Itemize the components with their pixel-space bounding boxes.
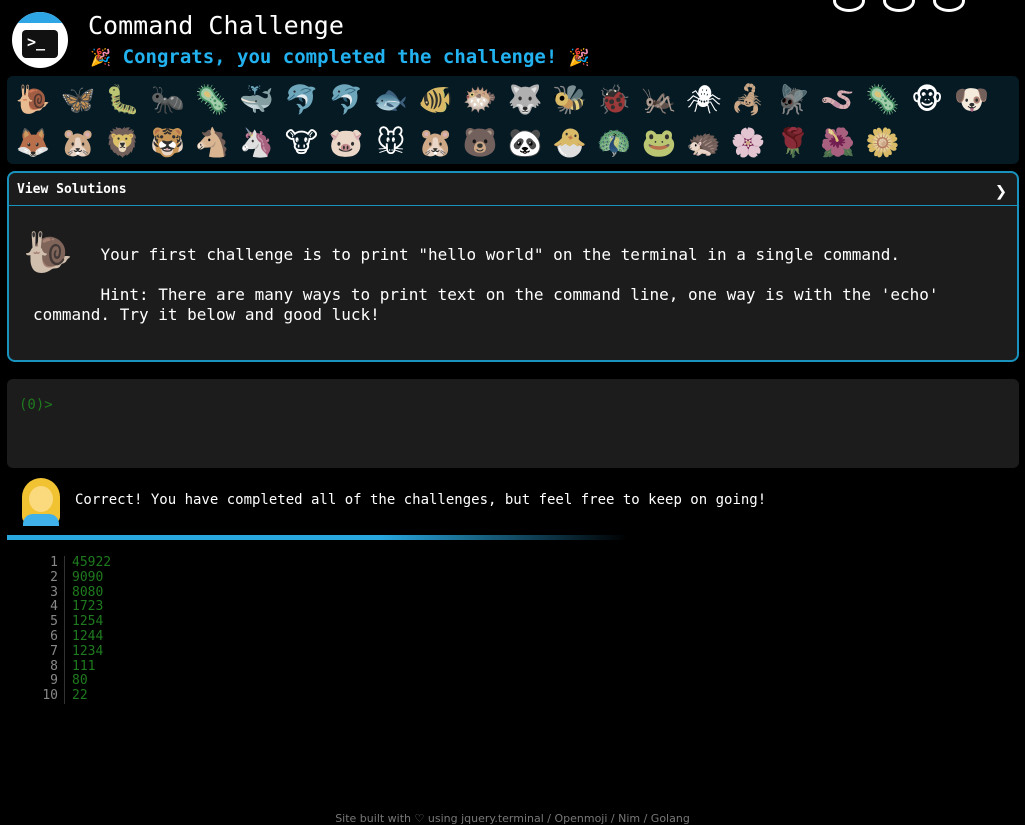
history-value: 80: [72, 673, 88, 689]
history-row: 6 1244: [28, 628, 111, 645]
challenge-emoji-icon[interactable]: 🐯: [145, 121, 190, 164]
challenge-emoji-icon[interactable]: 🐹: [413, 121, 458, 164]
history-value: 1234: [72, 643, 104, 659]
challenge-emoji-icon[interactable]: 🌺: [815, 121, 860, 164]
challenge-emoji-icon[interactable]: 🐬: [324, 78, 369, 121]
command-history-list: 1 45922 2 9090 3 8080 4 1723 5 1254 6 1244 7 1234 8 111…: [28, 555, 112, 704]
challenge-emoji-icon[interactable]: 🦗: [637, 78, 682, 121]
challenge-emoji-icon[interactable]: 🐭: [369, 121, 414, 164]
history-row: 7 1234: [28, 643, 111, 660]
challenge-emoji-icon[interactable]: 🦂: [726, 78, 771, 121]
challenge-emoji-icon[interactable]: 🕷: [681, 78, 726, 121]
party-popper-icon: 🎉: [90, 48, 112, 68]
challenge-emoji-icon[interactable]: 🦁: [100, 121, 145, 164]
challenge-emoji-icon[interactable]: 🦋: [56, 78, 101, 121]
woman-avatar-icon: [20, 478, 62, 526]
challenge-emoji-icon[interactable]: 🐶: [949, 78, 994, 121]
challenge-emoji-icon[interactable]: 🐡: [458, 78, 503, 121]
progress-bar: [7, 535, 627, 540]
view-solutions-toggle[interactable]: View Solutions ❯: [9, 173, 1017, 206]
challenge-emoji-icon[interactable]: 🦚: [592, 121, 637, 164]
prompt-symbol: >: [44, 397, 53, 413]
terminal-logo-icon: >_: [12, 12, 68, 68]
challenge-emoji-grid: 🐌 🦋 🐛 🐜 🦠 🐳 🐬 🐬 🐟 🐠 🐡 🐺 🐝 🐞 🦗 🕷 🦂 🪰 🪱 🦠 🐵 🐶 🦊 🐹 🦁 🐯 🐴 🦄 🐮 🐷 🐭 🐹 🐻 🐼 🐣 🦚 🐸 🦔 🌸 🌹…: [7, 76, 1019, 164]
header-decoration: [815, 0, 965, 16]
challenge-emoji-icon[interactable]: 🐳: [234, 78, 279, 121]
challenge-emoji-icon[interactable]: 🐵: [905, 78, 950, 121]
history-line-number: 3: [28, 585, 65, 601]
challenge-emoji-icon[interactable]: 🪱: [815, 78, 860, 121]
challenge-emoji-icon[interactable]: 🐮: [279, 121, 324, 164]
challenge-emoji-icon[interactable]: 🐠: [413, 78, 458, 121]
challenge-emoji-icon[interactable]: 🐜: [145, 78, 190, 121]
history-row: 4 1723: [28, 599, 111, 616]
challenge-emoji-icon[interactable]: 🐣: [547, 121, 592, 164]
history-row: 2 9090: [28, 569, 111, 586]
challenge-emoji-icon[interactable]: 🌸: [726, 121, 771, 164]
challenge-emoji-icon[interactable]: 🦠: [190, 78, 235, 121]
page-title: Command Challenge: [88, 11, 344, 40]
history-line-number: 5: [28, 614, 65, 630]
terminal-input-area[interactable]: (0)>: [7, 379, 1019, 468]
challenge-emoji-icon[interactable]: 🐼: [503, 121, 548, 164]
history-row: 9 80: [28, 673, 111, 690]
subtitle-text: Congrats, you completed the challenge!: [122, 46, 558, 68]
challenge-emoji-icon[interactable]: 🦔: [681, 121, 726, 164]
challenge-emoji-icon[interactable]: 🦄: [234, 121, 279, 164]
history-value: 1723: [72, 599, 104, 615]
view-solutions-label: View Solutions: [17, 181, 127, 197]
challenge-emoji-icon[interactable]: 🐛: [100, 78, 145, 121]
challenge-emoji-icon[interactable]: 🦠: [860, 78, 905, 121]
challenge-emoji-icon[interactable]: 🐺: [503, 78, 548, 121]
challenge-description: Your first challenge is to print "hello …: [33, 245, 939, 324]
challenge-emoji-icon[interactable]: 🐴: [190, 121, 235, 164]
history-value: 22: [72, 688, 88, 704]
party-popper-icon: 🎉: [568, 48, 590, 68]
challenge-emoji-icon[interactable]: 🪰: [771, 78, 816, 121]
history-value: 9090: [72, 569, 104, 585]
history-value: 1244: [72, 628, 104, 644]
history-line-number: 10: [28, 688, 65, 704]
challenge-emoji-icon[interactable]: 🦊: [11, 121, 56, 164]
history-line-number: 4: [28, 600, 65, 616]
history-line-number: 6: [28, 629, 65, 645]
solutions-panel: View Solutions ❯ 🐌 Your first challenge …: [7, 171, 1019, 362]
site-footer: Site built with ♡ using jquery.terminal …: [335, 812, 690, 825]
challenge-emoji-icon[interactable]: 🐬: [279, 78, 324, 121]
history-row: 1 45922: [28, 555, 112, 571]
history-row: 5 1254: [28, 614, 111, 630]
history-line-number: 2: [28, 570, 65, 586]
challenge-emoji-icon[interactable]: 🐟: [369, 78, 414, 121]
prompt-counter: (0): [19, 397, 45, 413]
history-row: 10 22: [28, 688, 111, 704]
history-value: 8080: [72, 584, 104, 600]
history-row: 8 111: [28, 658, 111, 675]
history-value: 111: [72, 658, 96, 674]
history-line-number: 8: [28, 659, 65, 675]
history-value: 1254: [72, 614, 104, 630]
challenge-emoji-icon[interactable]: 🐹: [56, 121, 101, 164]
page-subtitle: 🎉 Congrats, you completed the challenge!…: [90, 46, 590, 68]
history-line-number: 9: [28, 674, 65, 690]
challenge-emoji-icon[interactable]: 🐷: [324, 121, 369, 164]
challenge-emoji-icon[interactable]: 🐌: [11, 78, 56, 121]
history-row: 3 8080: [28, 584, 111, 601]
challenge-emoji-icon[interactable]: 🐝: [547, 78, 592, 121]
status-message: Correct! You have completed all of the c…: [75, 492, 767, 508]
history-line-number: 1: [28, 555, 65, 571]
terminal-prompt: (0)>: [19, 397, 53, 413]
history-line-number: 7: [28, 644, 65, 660]
challenge-emoji-icon[interactable]: 🌹: [771, 121, 816, 164]
challenge-emoji-icon[interactable]: 🐸: [637, 121, 682, 164]
challenge-emoji-icon[interactable]: 🐻: [458, 121, 503, 164]
history-value: 45922: [72, 555, 112, 570]
chevron-right-icon: ❯: [994, 179, 1007, 203]
challenge-emoji-icon[interactable]: 🐞: [592, 78, 637, 121]
challenge-emoji-icon[interactable]: 🌼: [860, 121, 905, 164]
